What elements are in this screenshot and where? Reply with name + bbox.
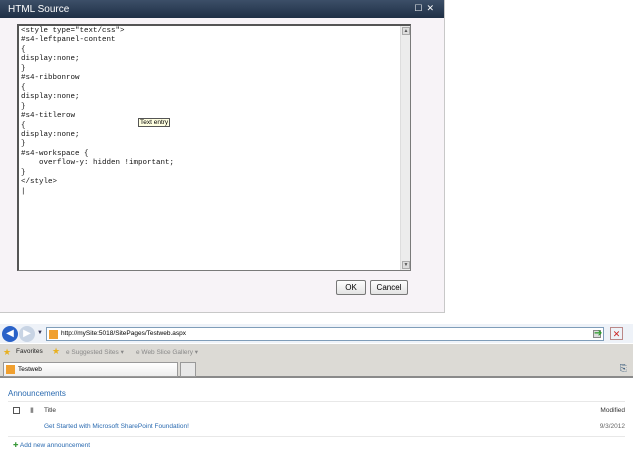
ok-button[interactable]: OK	[336, 280, 366, 295]
plus-icon: ✚	[13, 442, 19, 449]
maximize-icon[interactable]: ☐	[414, 3, 426, 13]
page-icon[interactable]: ⎘	[620, 363, 627, 374]
scroll-down-icon[interactable]: ▼	[402, 261, 410, 269]
site-icon	[49, 330, 58, 339]
html-source-textarea[interactable]: <style type="text/css"> #s4-leftpanel-co…	[17, 24, 411, 271]
add-favorite-icon[interactable]: ★	[52, 346, 60, 357]
add-new-announcement-link[interactable]: ✚ Add new announcement	[13, 441, 90, 449]
url-text: http://mySite:5018/SitePages/Testweb.asp…	[61, 330, 187, 337]
favorites-bar: ★ Favorites ★ e Suggested Sites ▾ e Web …	[0, 344, 633, 360]
site-icon	[6, 365, 15, 374]
forward-icon[interactable]: ▶	[19, 326, 35, 342]
column-modified[interactable]: Modified	[600, 407, 625, 414]
favorites-star-icon: ★	[3, 347, 12, 357]
go-icon[interactable]: ➔	[594, 328, 602, 339]
item-modified: 9/3/2012	[599, 423, 625, 430]
item-title-link[interactable]: Get Started with Microsoft SharePoint Fo…	[44, 423, 189, 430]
section-title[interactable]: Announcements	[8, 389, 66, 398]
suggested-sites-button[interactable]: e Suggested Sites ▾	[66, 348, 124, 356]
stop-icon[interactable]: ✕	[610, 327, 623, 340]
close-icon[interactable]: ✕	[426, 3, 438, 13]
tab-row: Testweb ⎘	[0, 360, 633, 378]
back-icon[interactable]: ◀	[2, 326, 18, 342]
tooltip: Text entry	[138, 118, 171, 127]
vertical-scrollbar[interactable]: ▲ ▼	[400, 26, 410, 270]
dialog-title-bar: HTML Source ☐✕	[0, 0, 444, 18]
scroll-up-icon[interactable]: ▲	[402, 27, 410, 35]
select-all-checkbox[interactable]	[13, 407, 20, 414]
new-tab-button[interactable]	[180, 362, 196, 377]
tab-title: Testweb	[18, 366, 42, 373]
web-slice-gallery-button[interactable]: e Web Slice Gallery ▾	[136, 348, 198, 356]
column-title[interactable]: Title	[44, 407, 56, 414]
cancel-button[interactable]: Cancel	[370, 280, 408, 295]
favorites-button[interactable]: Favorites	[16, 348, 43, 355]
attachment-icon: ▮	[30, 407, 34, 414]
html-source-dialog: HTML Source ☐✕ <style type="text/css"> #…	[0, 0, 445, 313]
history-dropdown-icon[interactable]: ▼	[37, 330, 43, 336]
code-text[interactable]: <style type="text/css"> #s4-leftpanel-co…	[19, 26, 410, 198]
url-input[interactable]: http://mySite:5018/SitePages/Testweb.asp…	[46, 327, 604, 341]
dialog-title: HTML Source	[8, 4, 70, 15]
tab-testweb[interactable]: Testweb	[3, 362, 178, 377]
